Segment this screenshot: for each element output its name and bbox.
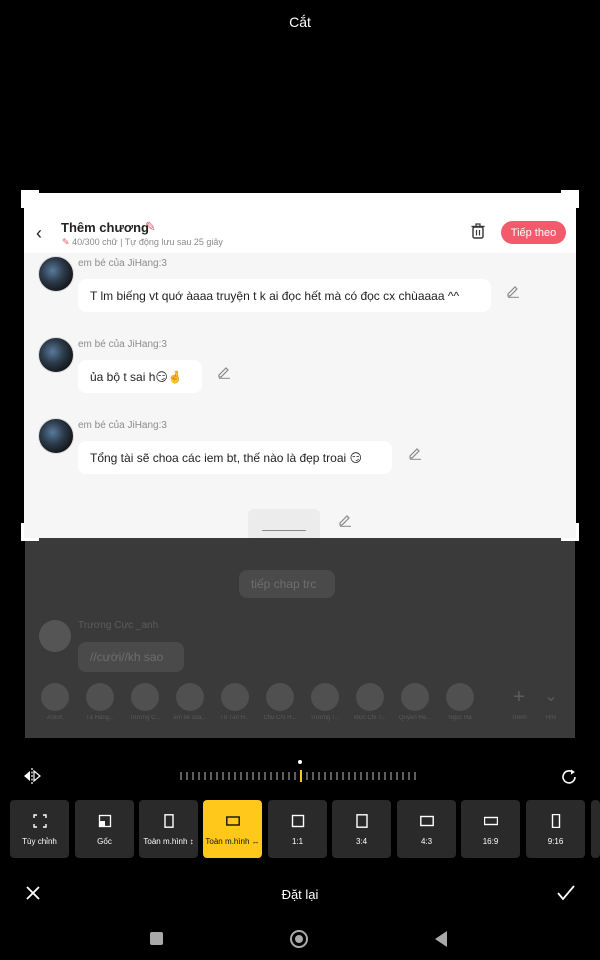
screen-title: Cắt (289, 14, 311, 30)
ratio-label: 9:16 (547, 837, 564, 846)
character-item: Trương C... (125, 683, 165, 721)
more-item: ⌄ Hmi (531, 683, 571, 721)
dimmed-message-bubble: tiếp chap trc (239, 570, 335, 598)
character-item: Mực Chí T... (350, 683, 390, 721)
ratio-option[interactable]: 1:1 (268, 800, 327, 858)
crop-handle-bottom-right[interactable] (576, 523, 579, 541)
avatar (39, 620, 71, 652)
word-count: 40/300 chữ (72, 237, 118, 247)
avatar (38, 418, 74, 454)
ratio-label: 4:3 (420, 837, 433, 846)
rotate-icon[interactable] (560, 768, 578, 786)
message-author: em bé của JiHang:3 (78, 258, 167, 269)
ratio-label: Tùy chỉnh (22, 837, 57, 846)
ratio-label: 1:1 (291, 837, 304, 846)
character-item: Trương T... (305, 683, 345, 721)
pencil-icon: ✎ (62, 237, 70, 247)
ratio-option[interactable]: Gốc (75, 800, 134, 858)
chapter-title: Thêm chương (61, 220, 149, 235)
avatar (38, 256, 74, 292)
ratio-3-4-icon (355, 814, 368, 828)
next-button: Tiếp theo (501, 221, 566, 244)
back-arrow-icon: ‹ (36, 223, 42, 243)
character-item: Quyền Hà... (395, 683, 435, 721)
ratio-option[interactable]: Tùy chỉnh (10, 800, 69, 858)
message-author: em bé của JiHang:3 (78, 420, 167, 431)
character-item: em bé của... (170, 683, 210, 721)
character-item: ASEK (35, 683, 75, 721)
ratio-option[interactable]: 16:9 (461, 800, 520, 858)
edit-icon (218, 367, 230, 379)
edit-icon (507, 286, 519, 298)
ratio-option[interactable]: Toàn m.hình ↔ (203, 800, 262, 858)
chapter-header: ‹ Thêm chương ✎ ✎ 40/300 chữ | Tự động l… (24, 193, 576, 253)
autosave-text: Tự động lưu sau 25 giây (124, 237, 223, 247)
crop-handle-bottom-left[interactable] (21, 523, 24, 541)
character-item: Ngọc Hà (440, 683, 480, 721)
rotation-ruler[interactable] (180, 770, 420, 782)
ratio-4-3-icon (419, 815, 434, 827)
trash-icon (471, 223, 485, 239)
square-ratio-icon (291, 814, 304, 828)
ratio-option[interactable]: 4:3 (397, 800, 456, 858)
crop-frame[interactable]: ‹ Thêm chương ✎ ✎ 40/300 chữ | Tự động l… (24, 193, 576, 538)
dimmed-author: Trương Cực _anh (78, 620, 159, 631)
edit-icon (409, 448, 421, 460)
message-author: em bé của JiHang:3 (78, 339, 167, 350)
portrait-ratio-icon (163, 814, 174, 828)
message-bubble: T lm biếng vt quớ àaaa truyện t k ai đọc… (78, 279, 491, 312)
ratio-label: 16:9 (482, 837, 499, 846)
home-button[interactable] (290, 930, 308, 948)
ratio-option[interactable]: 3:4 (332, 800, 391, 858)
character-item: Tô Tân H... (215, 683, 255, 721)
message-bubble: Tổng tài sẽ choa các iem bt, thế nào là … (78, 441, 392, 474)
ratio-option[interactable]: Toàn m.hình ↕ (139, 800, 198, 858)
checkmark-icon[interactable] (556, 884, 576, 902)
chapter-subtitle: ✎ 40/300 chữ | Tự động lưu sau 25 giây (62, 237, 223, 248)
original-ratio-icon (98, 814, 111, 828)
ratio-9-16-icon (551, 814, 560, 828)
ruler-center-dot (298, 760, 302, 764)
ratio-option[interactable]: 9:16 (526, 800, 585, 858)
crop-handle-top-right[interactable] (576, 190, 579, 208)
ratio-option-partial[interactable] (591, 800, 600, 858)
dimmed-message-bubble-2: //cười//kh sao (78, 642, 184, 672)
ratio-label: Toàn m.hình ↕ (143, 837, 194, 846)
reset-button[interactable]: Đặt lại (0, 887, 600, 902)
ratio-label: 3:4 (355, 837, 368, 846)
edit-icon (339, 515, 351, 527)
avatar (38, 337, 74, 373)
character-item: Tả Hàng... (80, 683, 120, 721)
crop-handle-top-left[interactable] (21, 190, 24, 208)
dimmed-image-area: tiếp chap trc Trương Cực _anh //cười//kh… (25, 538, 575, 738)
back-button[interactable] (435, 931, 447, 947)
freeform-crop-icon (32, 814, 47, 828)
message-bubble: ủa bộ t sai h😏🤞 (78, 360, 202, 393)
recent-apps-button[interactable] (150, 932, 163, 945)
ratio-label: Toàn m.hình ↔ (205, 837, 260, 846)
ratio-16-9-icon (483, 816, 498, 826)
ratio-label: Gốc (97, 837, 112, 846)
typing-placeholder (248, 509, 320, 538)
pencil-icon: ✎ (145, 219, 156, 234)
landscape-ratio-icon (225, 816, 240, 826)
character-item: Chu Chí H... (260, 683, 300, 721)
flip-horizontal-icon[interactable] (23, 768, 41, 784)
subtitle-separator: | (117, 237, 125, 247)
chevron-down-icon: ⌄ (544, 688, 558, 705)
